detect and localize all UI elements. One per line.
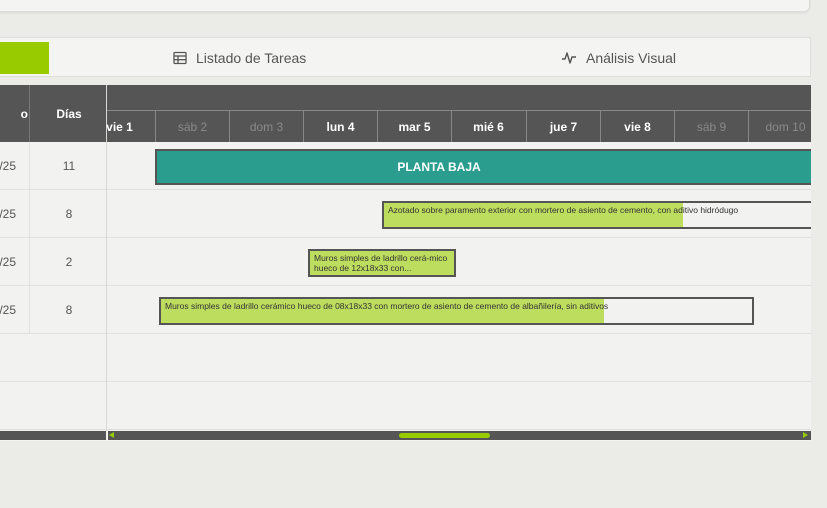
day-header: jue 7 (526, 111, 600, 142)
day-header: mar 5 (377, 111, 451, 142)
day-header: mié 6 (451, 111, 525, 142)
day-header: lun 4 (303, 111, 377, 142)
active-tab-indicator[interactable] (0, 42, 49, 74)
timeline-row (107, 334, 811, 382)
timeline-row (107, 382, 811, 430)
scroll-right-arrow-icon[interactable] (803, 432, 808, 438)
task-bar-label: Muros simples de ladrillo cerámico hueco… (165, 301, 609, 311)
tab-task-list[interactable]: Listado de Tareas (173, 38, 306, 78)
table-icon (173, 51, 187, 65)
view-tabbar: Listado de Tareas Análisis Visual (0, 37, 811, 77)
day-header: dom 10 (748, 111, 811, 142)
cell-days: 8 (65, 206, 73, 221)
task-bar-label: Muros simples de ladrillo cerá-mico huec… (314, 253, 448, 273)
scrollbar-thumb[interactable] (399, 433, 490, 438)
cell-days: 8 (65, 302, 73, 317)
cell-end-date: /25 (0, 238, 30, 285)
timeline-row (107, 238, 811, 286)
cell-end-date: /25 (0, 286, 30, 333)
timeline-header-top (107, 85, 811, 110)
horizontal-scrollbar[interactable] (0, 431, 811, 440)
scrollbar-separator (106, 431, 108, 440)
grid-empty-row (0, 334, 107, 382)
day-header: dom 3 (229, 111, 303, 142)
day-header: vie 1 (107, 111, 156, 142)
summary-bar-planta-baja[interactable]: PLANTA BAJA (155, 149, 811, 185)
task-bar-label: Azotado sobre paramento exterior con mor… (388, 205, 739, 215)
grid-empty-row (0, 382, 107, 430)
task-bar[interactable]: Muros simples de ladrillo cerámico hueco… (159, 297, 754, 325)
scroll-left-arrow-icon[interactable] (109, 432, 114, 438)
grid-row[interactable]: /25 8 (0, 286, 107, 334)
grid-row[interactable]: /25 8 (0, 190, 107, 238)
day-header: vie 8 (600, 111, 674, 142)
cell-days: 2 (65, 254, 73, 269)
cell-end-date: /25 (0, 190, 30, 237)
day-header: sáb 2 (155, 111, 229, 142)
grid-header: o Días (0, 85, 107, 142)
tab-visual-analysis[interactable]: Análisis Visual (561, 38, 676, 78)
cell-end-date: /25 (0, 142, 30, 189)
top-panel (0, 0, 810, 12)
tab-task-list-label: Listado de Tareas (196, 50, 307, 66)
cell-days: 11 (62, 158, 76, 173)
task-bar[interactable]: Muros simples de ladrillo cerá-mico huec… (308, 249, 456, 277)
tab-visual-analysis-label: Análisis Visual (586, 50, 677, 66)
activity-icon (561, 51, 577, 65)
grid-row[interactable]: /25 11 (0, 142, 107, 190)
grid-row[interactable]: /25 2 (0, 238, 107, 286)
column-header-days[interactable]: Días (31, 85, 107, 142)
column-header-end-date[interactable]: o (0, 85, 30, 142)
task-bar[interactable]: Azotado sobre paramento exterior con mor… (382, 201, 811, 229)
timeline-header-days: vie 1 sáb 2 dom 3 lun 4 mar 5 mié 6 jue … (107, 110, 811, 142)
day-header: sáb 9 (674, 111, 748, 142)
